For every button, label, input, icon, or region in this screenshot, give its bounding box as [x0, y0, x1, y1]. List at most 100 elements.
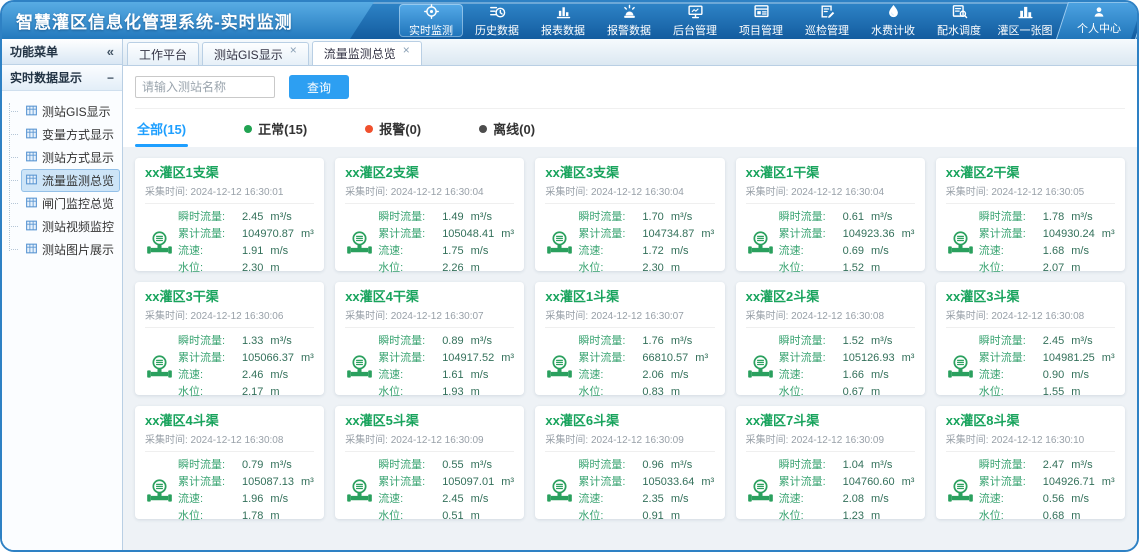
station-card[interactable]: xx灌区7斗渠采集时间: 2024-12-12 16:30:09瞬时流量:1.0… — [736, 406, 925, 519]
station-card[interactable]: xx灌区1干渠采集时间: 2024-12-12 16:30:04瞬时流量:0.6… — [736, 158, 925, 271]
card-title: xx灌区4斗渠 — [145, 413, 314, 429]
card-metrics: 瞬时流量:2.47m³/s累计流量:104926.71m³流速:0.56m/s水… — [979, 457, 1115, 525]
flow-meter-icon — [345, 477, 375, 506]
metric-label: 水位: — [979, 384, 1043, 401]
station-card[interactable]: xx灌区2干渠采集时间: 2024-12-12 16:30:05瞬时流量:1.7… — [936, 158, 1125, 271]
nav-item-label: 报警数据 — [607, 22, 651, 38]
tab-station-gis[interactable]: 测站GIS显示 × — [202, 42, 309, 65]
card-collect-time: 采集时间: 2024-12-12 16:30:04 — [545, 183, 714, 204]
station-card[interactable]: xx灌区3支渠采集时间: 2024-12-12 16:30:04瞬时流量:1.7… — [535, 158, 724, 271]
metric-row: 水位:2.30m — [178, 260, 314, 277]
metric-unit: m — [471, 260, 480, 277]
metric-unit: m — [471, 384, 480, 401]
station-card[interactable]: xx灌区6斗渠采集时间: 2024-12-12 16:30:09瞬时流量:0.9… — [535, 406, 724, 519]
sidebar-item-flow-overview[interactable]: 流量监测总览 — [11, 169, 118, 192]
nav-item-map[interactable]: 灌区一张图 — [993, 4, 1057, 37]
station-card[interactable]: xx灌区4干渠采集时间: 2024-12-12 16:30:07瞬时流量:0.8… — [335, 282, 524, 395]
sidebar-item-video-monitor[interactable]: 测站视频监控 — [11, 215, 118, 238]
nav-item-inspection[interactable]: 巡检管理 — [795, 4, 859, 37]
user-icon — [1092, 5, 1106, 19]
nav-item-project[interactable]: 项目管理 — [729, 4, 793, 37]
nav-item-backend[interactable]: 后台管理 — [663, 4, 727, 37]
card-title: xx灌区3斗渠 — [946, 289, 1115, 305]
tab-label: 测站GIS显示 — [214, 46, 283, 63]
sidebar-section-header[interactable]: 实时数据显示 − — [2, 65, 122, 91]
card-metrics: 瞬时流量:2.45m³/s累计流量:104981.25m³流速:0.90m/s水… — [979, 333, 1115, 401]
station-card[interactable]: xx灌区3干渠采集时间: 2024-12-12 16:30:06瞬时流量:1.3… — [135, 282, 324, 395]
tab-workbench[interactable]: 工作平台 — [127, 42, 199, 65]
filter-tab-offline[interactable]: 离线(0) — [479, 119, 535, 147]
sidebar-item-label: 闸门监控总览 — [42, 195, 114, 212]
sidebar-collapse-button[interactable]: « — [107, 44, 114, 59]
metric-row: 累计流量:104760.60m³ — [779, 474, 915, 491]
metric-value: 105087.13 — [242, 474, 294, 491]
sidebar-item-variable-display[interactable]: 变量方式显示 — [11, 123, 118, 146]
sidebar-item-gate-overview[interactable]: 闸门监控总览 — [11, 192, 118, 215]
metric-value: 2.35 — [642, 491, 663, 508]
station-card[interactable]: xx灌区1支渠采集时间: 2024-12-12 16:30:01瞬时流量:2.4… — [135, 158, 324, 271]
nav-item-report[interactable]: 报表数据 — [531, 4, 595, 37]
filter-tab-all[interactable]: 全部(15) — [137, 119, 186, 147]
card-body: 瞬时流量:1.04m³/s累计流量:104760.60m³流速:2.08m/s水… — [746, 457, 915, 525]
sidebar-item-image-display[interactable]: 测站图片展示 — [11, 238, 118, 261]
metric-unit: m³ — [1102, 226, 1115, 243]
nav-item-alarm[interactable]: 报警数据 — [597, 4, 661, 37]
section-collapse-icon[interactable]: − — [107, 71, 114, 85]
nav-item-history[interactable]: 历史数据 — [465, 4, 529, 37]
nav-item-user-center[interactable]: 个人中心 — [1056, 2, 1139, 39]
grid-table-icon — [25, 150, 38, 166]
station-card[interactable]: xx灌区1斗渠采集时间: 2024-12-12 16:30:07瞬时流量:1.7… — [535, 282, 724, 395]
water-fee-icon — [885, 3, 902, 20]
metric-row: 水位:0.51m — [378, 508, 514, 525]
search-button[interactable]: 查询 — [289, 75, 349, 99]
metric-row: 累计流量:105126.93m³ — [779, 350, 915, 367]
metric-label: 流速: — [178, 491, 242, 508]
search-input[interactable] — [135, 76, 275, 98]
nav-item-water-fee[interactable]: 水费计收 — [861, 4, 925, 37]
sidebar-item-station-display[interactable]: 测站方式显示 — [11, 146, 118, 169]
nav-item-dispatch[interactable]: 配水调度 — [927, 4, 991, 37]
grid-table-icon — [25, 104, 38, 120]
metric-value: 2.45 — [442, 491, 463, 508]
metric-label: 水位: — [178, 384, 242, 401]
metric-row: 水位:0.91m — [578, 508, 714, 525]
station-card[interactable]: xx灌区8斗渠采集时间: 2024-12-12 16:30:10瞬时流量:2.4… — [936, 406, 1125, 519]
filter-tab-alarm[interactable]: 报警(0) — [365, 119, 421, 147]
metric-row: 流速:2.35m/s — [578, 491, 714, 508]
grid-table-icon — [25, 127, 38, 143]
station-card[interactable]: xx灌区4斗渠采集时间: 2024-12-12 16:30:08瞬时流量:0.7… — [135, 406, 324, 519]
card-collect-time: 采集时间: 2024-12-12 16:30:09 — [746, 431, 915, 452]
station-card[interactable]: xx灌区2斗渠采集时间: 2024-12-12 16:30:08瞬时流量:1.5… — [736, 282, 925, 395]
filter-tab-normal[interactable]: 正常(15) — [244, 119, 307, 147]
metric-unit: m³/s — [1071, 209, 1092, 226]
metric-row: 流速:0.56m/s — [979, 491, 1115, 508]
tab-close-icon[interactable]: × — [290, 44, 297, 56]
nav-item-realtime[interactable]: 实时监测 — [399, 4, 463, 37]
metric-unit: m/s — [671, 367, 689, 384]
metric-label: 水位: — [578, 508, 642, 525]
sidebar-item-gis-display[interactable]: 测站GIS显示 — [11, 100, 118, 123]
metric-row: 累计流量:105033.64m³ — [578, 474, 714, 491]
alarm-data-icon — [621, 3, 638, 20]
sidebar-item-label: 测站GIS显示 — [42, 103, 111, 120]
card-body: 瞬时流量:0.96m³/s累计流量:105033.64m³流速:2.35m/s水… — [545, 457, 714, 525]
card-title: xx灌区8斗渠 — [946, 413, 1115, 429]
station-card[interactable]: xx灌区2支渠采集时间: 2024-12-12 16:30:04瞬时流量:1.4… — [335, 158, 524, 271]
metric-row: 流速:1.61m/s — [378, 367, 514, 384]
metric-unit: m — [871, 508, 880, 525]
metric-value: 0.68 — [1043, 508, 1064, 525]
tab-flow-overview[interactable]: 流量监测总览× — [312, 41, 422, 65]
metric-unit: m³ — [902, 474, 915, 491]
metric-label: 流速: — [178, 243, 242, 260]
card-collect-time: 采集时间: 2024-12-12 16:30:09 — [545, 431, 714, 452]
tab-close-icon[interactable]: × — [403, 44, 410, 56]
station-card[interactable]: xx灌区3斗渠采集时间: 2024-12-12 16:30:08瞬时流量:2.4… — [936, 282, 1125, 395]
metric-row: 流速:0.69m/s — [779, 243, 915, 260]
metric-value: 1.55 — [1043, 384, 1064, 401]
flow-meter-icon — [946, 477, 976, 506]
metric-value: 2.26 — [442, 260, 463, 277]
metric-label: 水位: — [378, 384, 442, 401]
metric-row: 瞬时流量:0.61m³/s — [779, 209, 915, 226]
station-card[interactable]: xx灌区5斗渠采集时间: 2024-12-12 16:30:09瞬时流量:0.5… — [335, 406, 524, 519]
metric-unit: m — [1071, 508, 1080, 525]
